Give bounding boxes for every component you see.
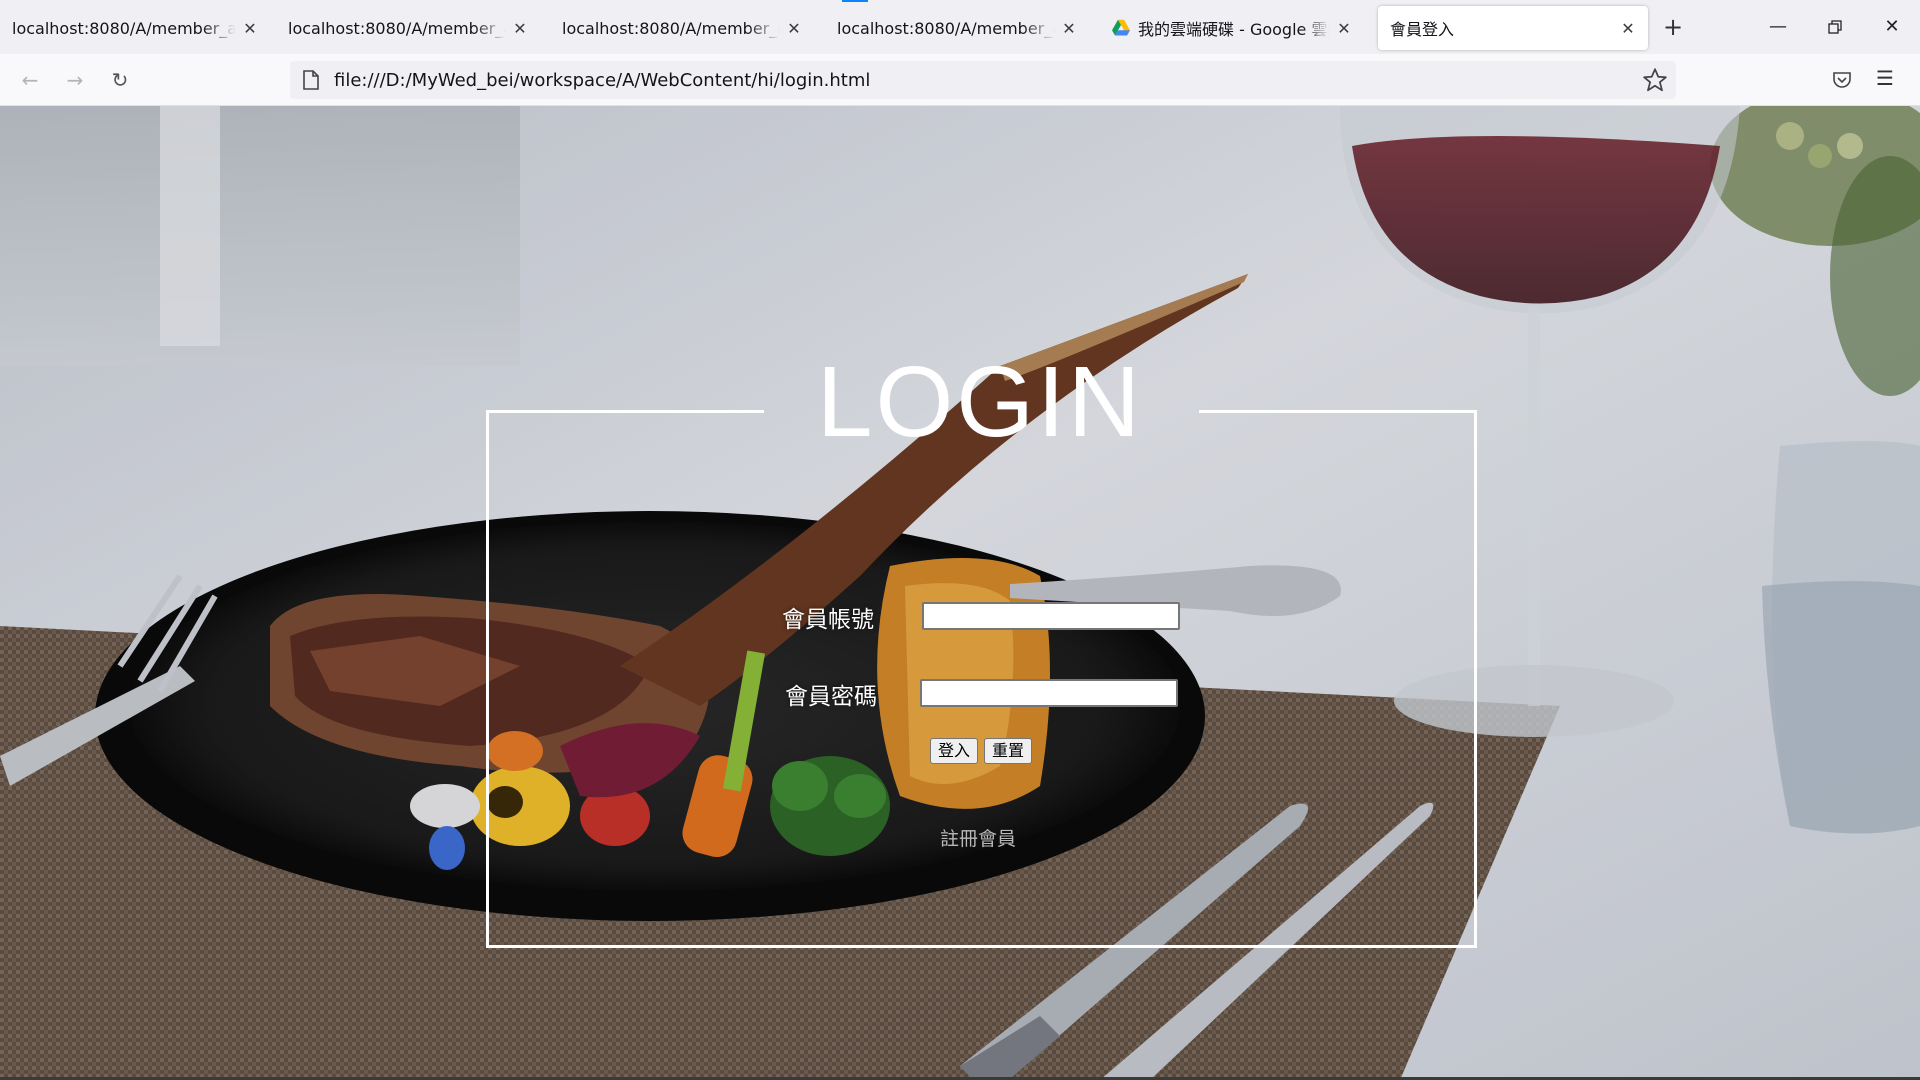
reload-icon[interactable]: ↻ [104,64,136,96]
account-input[interactable] [922,602,1180,630]
close-icon[interactable]: ✕ [1336,19,1352,38]
close-icon[interactable]: ✕ [1061,19,1077,38]
restore-icon[interactable] [1815,10,1855,44]
close-icon[interactable]: ✕ [1620,19,1636,38]
close-icon[interactable]: ✕ [786,19,802,38]
tab-title: localhost:8080/A/member_admin [12,18,236,38]
bookmark-star-icon[interactable] [1642,67,1668,93]
navigation-bar: ← → ↻ file:///D:/MyWed_bei/workspace/A/W… [0,54,1920,106]
tab-1[interactable]: localhost:8080/A/member_admin ✕ [0,6,270,50]
url-bar[interactable]: file:///D:/MyWed_bei/workspace/A/WebCont… [290,61,1676,99]
pocket-icon[interactable] [1832,70,1852,90]
tab-title: 我的雲端硬碟 - Google 雲端硬碟 [1138,20,1330,39]
password-input[interactable] [920,679,1178,707]
close-icon[interactable]: ✕ [242,19,258,38]
tab-title: 會員登入 [1390,20,1455,39]
url-text: file:///D:/MyWed_bei/workspace/A/WebCont… [334,69,871,91]
tab-loading-indicator [842,0,868,2]
register-link[interactable]: 註冊會員 [940,824,1016,851]
tab-title: localhost:8080/A/member_admin [837,18,1055,38]
reset-button[interactable]: 重置 [984,738,1033,764]
tab-3[interactable]: localhost:8080/A/member_admin ✕ [550,6,814,50]
page-viewport: LOGIN 會員帳號 會員密碼 登入 重置 註冊會員 [0,106,1920,1080]
password-label: 會員密碼 [785,684,877,710]
tab-strip: localhost:8080/A/member_admin ✕ localhos… [0,0,1920,54]
tab-google-drive[interactable]: 我的雲端硬碟 - Google 雲端硬碟 ✕ [1100,6,1364,50]
new-tab-icon[interactable]: + [1658,12,1688,42]
tab-title: localhost:8080/A/member_admin [562,18,780,38]
login-title: LOGIN [816,346,1144,458]
tab-login-active[interactable]: 會員登入 ✕ [1378,6,1648,50]
account-label: 會員帳號 [782,607,874,633]
forward-arrow-icon[interactable]: → [59,64,91,96]
page-icon [303,70,319,90]
google-drive-icon [1112,19,1130,36]
back-arrow-icon[interactable]: ← [14,64,46,96]
minimize-icon[interactable]: — [1758,10,1798,44]
login-button[interactable]: 登入 [930,738,979,764]
menu-icon[interactable]: ☰ [1876,66,1894,90]
tab-2[interactable]: localhost:8080/A/member_admin ✕ [276,6,540,50]
tab-title: localhost:8080/A/member_admin [288,18,506,38]
tab-4[interactable]: localhost:8080/A/member_admin ✕ [825,6,1089,50]
close-window-icon[interactable]: ✕ [1872,10,1912,44]
close-icon[interactable]: ✕ [512,19,528,38]
